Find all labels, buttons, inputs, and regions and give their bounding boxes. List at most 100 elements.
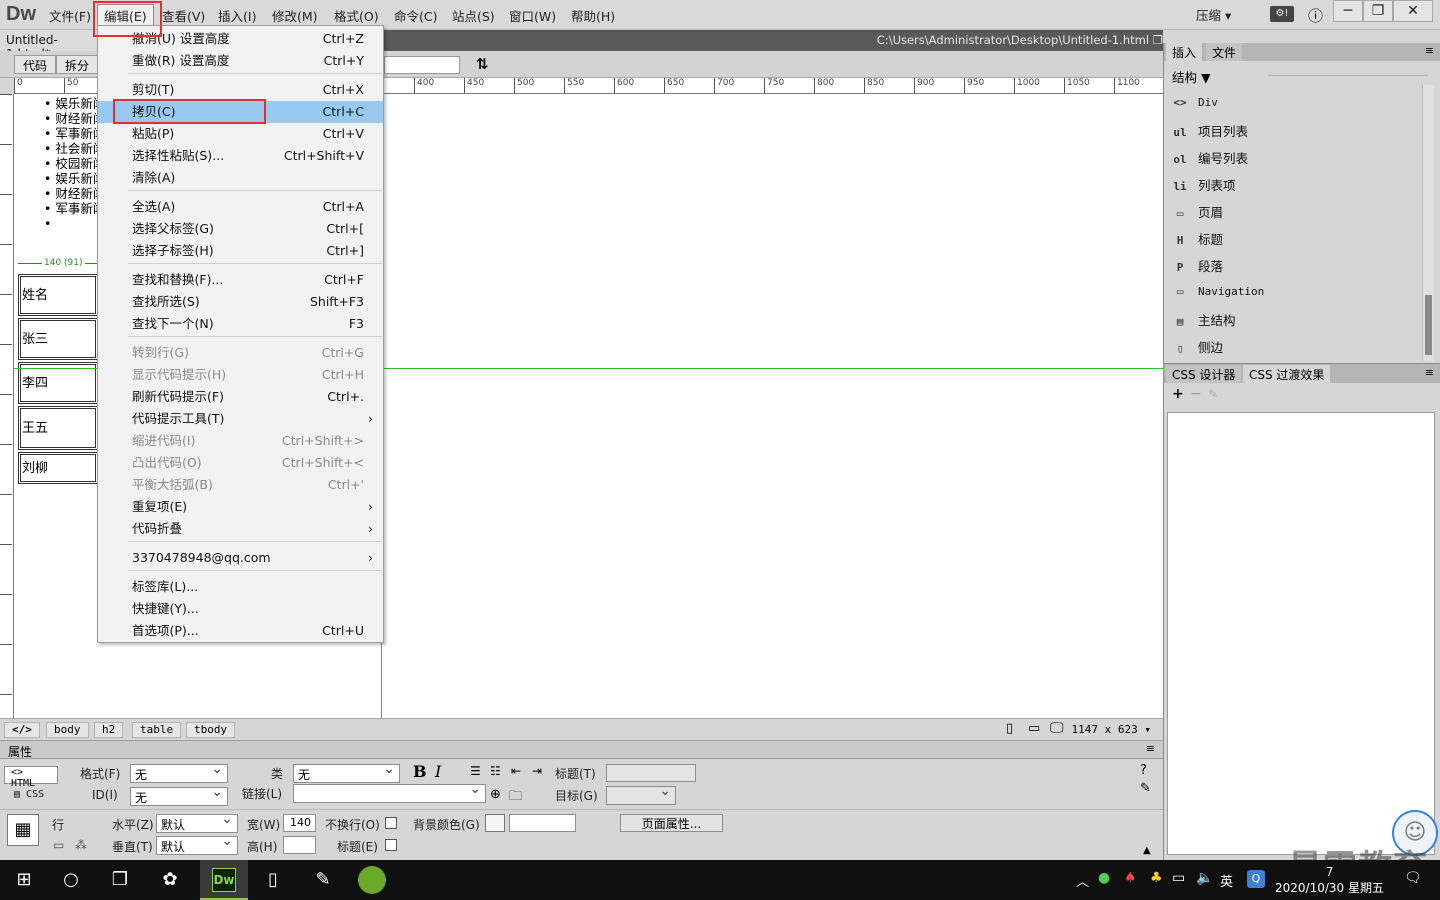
- browse-folder-icon[interactable]: 🗀: [509, 787, 522, 809]
- minimize-button[interactable]: ─: [1333, 0, 1363, 22]
- tag-tbody[interactable]: tbody: [186, 722, 236, 738]
- edit-menu-item[interactable]: 显示代码提示(H) Ctrl+H: [98, 364, 383, 386]
- menu-site[interactable]: 站点(S): [452, 6, 495, 25]
- clock[interactable]: 7 2020/10/30 星期五: [1275, 864, 1384, 896]
- italic-button[interactable]: I: [435, 762, 441, 781]
- menu-format[interactable]: 格式(O): [334, 6, 379, 25]
- title-input[interactable]: [606, 764, 696, 782]
- width-input[interactable]: 140: [283, 814, 316, 832]
- file-icon[interactable]: ▯: [259, 866, 287, 894]
- restore-button[interactable]: ❐: [1363, 0, 1393, 22]
- menu-window[interactable]: 窗口(W): [509, 6, 556, 25]
- unordered-list-icon[interactable]: ☰: [470, 764, 481, 778]
- edit-menu-item[interactable]: 快捷键(Y)...: [98, 598, 383, 620]
- tab-insert[interactable]: 插入: [1166, 43, 1203, 61]
- edit-menu-item[interactable]: 凸出代码(O) Ctrl+Shift+<: [98, 452, 383, 474]
- insert-panel-menu-icon[interactable]: ≡: [1425, 44, 1434, 57]
- html-mode-button[interactable]: <> HTML: [4, 766, 58, 789]
- vert-select[interactable]: 默认: [156, 833, 238, 855]
- tab-css-transitions[interactable]: CSS 过渡效果: [1243, 365, 1331, 383]
- edit-menu-item[interactable]: 清除(A): [98, 167, 383, 189]
- table-cell[interactable]: 刘柳: [18, 452, 98, 484]
- header-checkbox[interactable]: [385, 839, 397, 851]
- add-transition-icon[interactable]: +: [1172, 386, 1184, 402]
- edit-menu-item[interactable]: 重做(R) 设置高度 Ctrl+Y: [98, 50, 383, 72]
- height-input[interactable]: [283, 836, 316, 854]
- document-tab[interactable]: Untitled-1.html*: [0, 30, 97, 61]
- indent-icon[interactable]: ⇥: [532, 764, 542, 778]
- class-select[interactable]: 无: [293, 761, 400, 783]
- taskbar-dreamweaver[interactable]: Dw: [200, 860, 248, 900]
- edit-menu-item[interactable]: 剪切(T) Ctrl+X: [98, 79, 383, 101]
- edit-menu-item[interactable]: 选择性粘贴(S)... Ctrl+Shift+V: [98, 145, 383, 167]
- panel-menu-icon[interactable]: ≡: [1146, 742, 1155, 755]
- edit-menu-item[interactable]: 查找和替换(F)... Ctrl+F: [98, 269, 383, 291]
- ime-indicator[interactable]: 英: [1220, 871, 1233, 890]
- document-title-input[interactable]: [384, 56, 460, 74]
- insert-item-header[interactable]: ▭ 页眉: [1172, 202, 1223, 224]
- insert-item-ol[interactable]: ol 编号列表: [1172, 148, 1248, 170]
- edit-menu-item[interactable]: 代码折叠 ›: [98, 518, 383, 540]
- page-properties-button[interactable]: 页面属性...: [620, 814, 723, 832]
- nowrap-checkbox[interactable]: [385, 817, 397, 829]
- insert-item-heading[interactable]: H 标题: [1172, 229, 1223, 251]
- ordered-list-icon[interactable]: ☷: [490, 764, 501, 778]
- format-select[interactable]: 无: [130, 761, 228, 783]
- id-select[interactable]: 无: [130, 784, 228, 806]
- edit-menu-item[interactable]: 代码提示工具(T) ›: [98, 408, 383, 430]
- table-cell[interactable]: 张三: [18, 318, 98, 360]
- tablet-size-icon[interactable]: ▭: [1028, 721, 1040, 736]
- sync-settings-icon[interactable]: ⚙!: [1270, 6, 1294, 22]
- app-green-icon[interactable]: [358, 866, 386, 894]
- menu-commands[interactable]: 命令(C): [394, 6, 437, 25]
- code-tag-icon[interactable]: </>: [4, 722, 40, 738]
- point-to-file-icon[interactable]: ⊕: [490, 787, 501, 802]
- insert-item-ul[interactable]: ul 项目列表: [1172, 121, 1248, 143]
- properties-help-icon[interactable]: ?: [1140, 763, 1147, 778]
- file-transfer-icon[interactable]: ⇅: [476, 55, 489, 73]
- tray-expand-icon[interactable]: ︿: [1076, 871, 1089, 890]
- edit-menu-item[interactable]: 3370478948@qq.com ›: [98, 547, 383, 569]
- table-cell[interactable]: 姓名: [18, 274, 98, 316]
- merge-cells-icon[interactable]: ▭: [53, 838, 64, 852]
- css-transitions-list[interactable]: [1167, 412, 1435, 855]
- edit-menu-item[interactable]: 缩进代码(I) Ctrl+Shift+>: [98, 430, 383, 452]
- horz-select[interactable]: 默认: [156, 811, 238, 833]
- edit-menu-item[interactable]: 重复项(E) ›: [98, 496, 383, 518]
- table-width-indicator[interactable]: 140 (91): [18, 256, 98, 270]
- table-cell[interactable]: 王五: [18, 406, 98, 450]
- restore-doc-icon[interactable]: ❐: [1153, 33, 1163, 47]
- insert-item-main[interactable]: ▤ 主结构: [1172, 310, 1236, 332]
- menu-view[interactable]: 查看(V): [162, 6, 205, 25]
- insert-item-div[interactable]: <> Div: [1172, 94, 1218, 116]
- insert-item-navigation[interactable]: ▭ Navigation: [1172, 283, 1265, 305]
- insert-scrollbar[interactable]: [1422, 85, 1434, 361]
- app-swirl-icon[interactable]: ✿: [156, 866, 184, 894]
- task-view-icon[interactable]: ❐: [106, 866, 134, 894]
- compress-layout-menu[interactable]: 压缩 ▾: [1196, 5, 1231, 24]
- insert-category-select[interactable]: 结构 ▼: [1172, 67, 1211, 86]
- tag-h2[interactable]: h2: [94, 722, 124, 738]
- qq-icon[interactable]: ♠: [1124, 870, 1137, 886]
- css-mode-button[interactable]: ▤ CSS: [14, 789, 44, 800]
- start-icon[interactable]: ⊞: [10, 866, 38, 894]
- menu-file[interactable]: 文件(F): [49, 6, 91, 25]
- wechat-icon[interactable]: ●: [1098, 870, 1110, 886]
- quick-tag-editor-icon[interactable]: ✎: [1140, 781, 1151, 796]
- edit-menu-item[interactable]: 首选项(P)... Ctrl+U: [98, 620, 383, 642]
- tab-css-designer[interactable]: CSS 设计器: [1166, 365, 1242, 383]
- remove-transition-icon[interactable]: −: [1190, 386, 1202, 402]
- volume-icon[interactable]: 🔈: [1196, 870, 1213, 886]
- mobile-size-icon[interactable]: ▯: [1006, 721, 1013, 736]
- tab-files[interactable]: 文件: [1206, 43, 1243, 61]
- bold-button[interactable]: B: [413, 762, 427, 781]
- link-input[interactable]: [293, 781, 486, 803]
- close-button[interactable]: ✕: [1393, 0, 1433, 22]
- css-panel-menu-icon[interactable]: ≡: [1425, 366, 1434, 379]
- target-select[interactable]: [606, 783, 676, 805]
- insert-item-aside[interactable]: ▯ 侧边: [1172, 337, 1223, 359]
- edit-menu-item[interactable]: 选择子标签(H) Ctrl+]: [98, 240, 383, 262]
- edit-menu-item[interactable]: 查找下一个(N) F3: [98, 313, 383, 335]
- desktop-size-icon[interactable]: 🖵: [1050, 720, 1064, 736]
- menu-modify[interactable]: 修改(M): [272, 6, 318, 25]
